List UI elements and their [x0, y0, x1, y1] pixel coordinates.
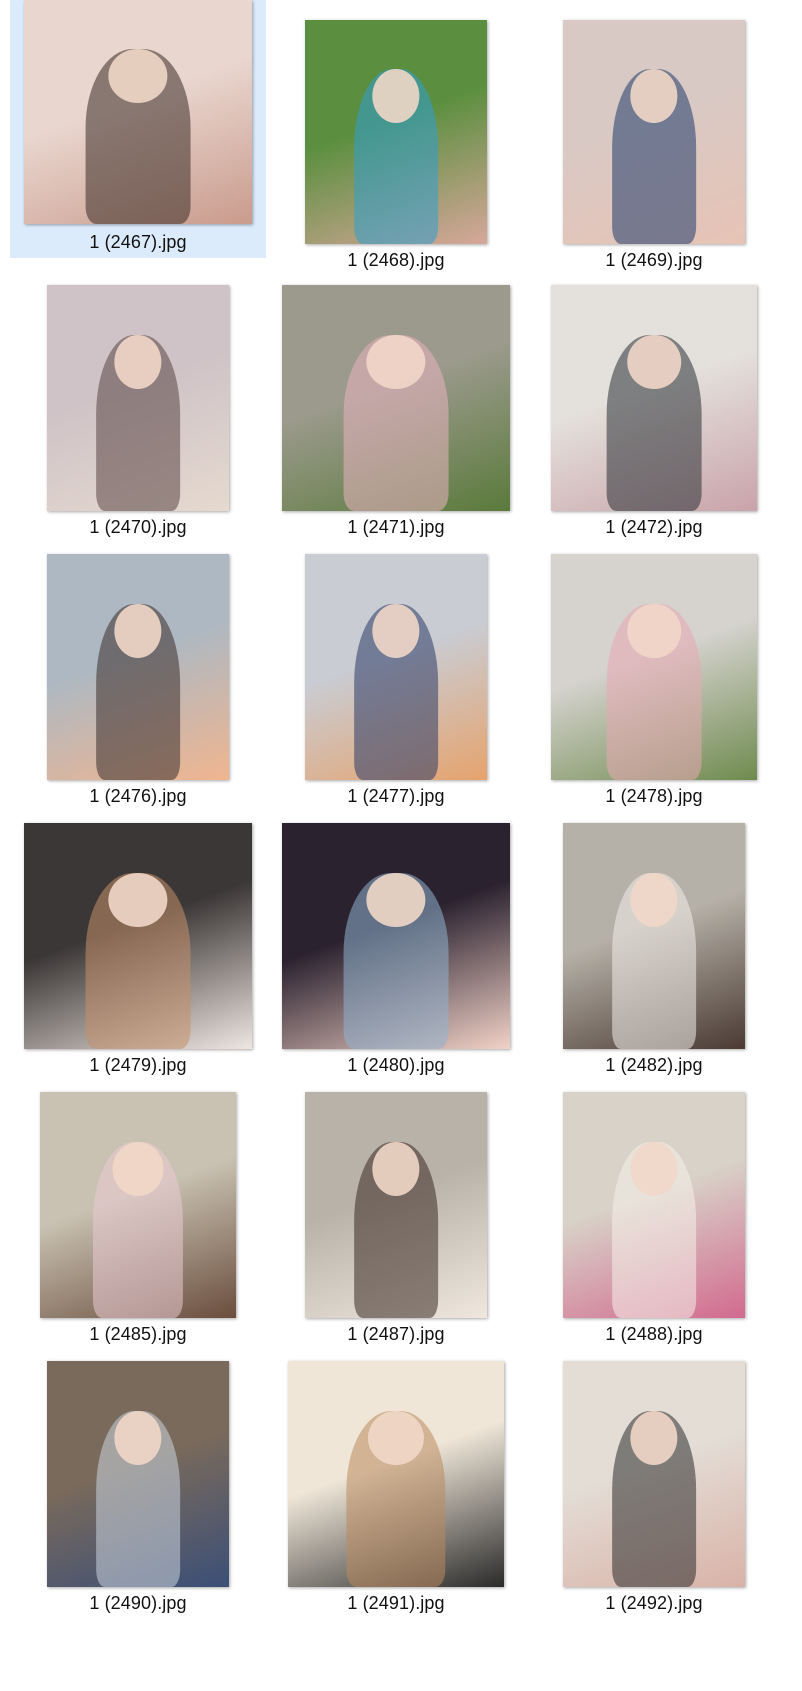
- image-thumbnail[interactable]: [551, 554, 757, 780]
- file-name-label: 1 (2490).jpg: [89, 1593, 187, 1613]
- image-thumbnail[interactable]: [282, 285, 510, 511]
- thumbnail-frame: [526, 1343, 782, 1587]
- file-item[interactable]: 1 (2482).jpg: [526, 805, 782, 1083]
- file-name-label: 1 (2479).jpg: [89, 1055, 187, 1075]
- image-thumbnail[interactable]: [563, 823, 745, 1049]
- thumbnail-frame: [526, 1074, 782, 1318]
- photo-subject-face: [367, 1410, 425, 1465]
- thumbnail-frame: [526, 0, 782, 244]
- file-item[interactable]: 1 (2487).jpg: [268, 1074, 524, 1352]
- image-thumbnail[interactable]: [305, 1092, 487, 1318]
- file-item[interactable]: 1 (2477).jpg: [268, 536, 524, 814]
- image-thumbnail[interactable]: [563, 20, 745, 244]
- file-item[interactable]: 1 (2478).jpg: [526, 536, 782, 814]
- thumbnail-frame: [10, 536, 266, 780]
- file-item[interactable]: 1 (2470).jpg: [10, 267, 266, 545]
- image-thumbnail[interactable]: [563, 1361, 745, 1587]
- thumbnail-frame: [10, 1343, 266, 1587]
- file-name-label: 1 (2488).jpg: [605, 1324, 703, 1344]
- image-thumbnail[interactable]: [282, 823, 510, 1049]
- file-name-label: 1 (2471).jpg: [347, 517, 445, 537]
- file-name-label: 1 (2487).jpg: [347, 1324, 445, 1344]
- file-name-label: 1 (2476).jpg: [89, 786, 187, 806]
- image-thumbnail[interactable]: [47, 1361, 229, 1587]
- thumbnail-frame: [526, 536, 782, 780]
- image-thumbnail[interactable]: [40, 1092, 236, 1318]
- image-thumbnail[interactable]: [305, 554, 487, 780]
- thumbnail-frame: [268, 536, 524, 780]
- thumbnail-frame: [268, 1074, 524, 1318]
- photo-subject-face: [372, 69, 420, 124]
- photo-subject-face: [112, 1141, 164, 1196]
- file-item[interactable]: 1 (2469).jpg: [526, 0, 782, 278]
- thumbnail-frame: [526, 267, 782, 511]
- thumbnail-frame: [10, 1074, 266, 1318]
- image-thumbnail[interactable]: [551, 285, 757, 511]
- file-item[interactable]: 1 (2485).jpg: [10, 1074, 266, 1352]
- photo-subject-face: [627, 603, 681, 658]
- file-name-label: 1 (2491).jpg: [347, 1593, 445, 1613]
- image-thumbnail[interactable]: [24, 0, 252, 224]
- file-item[interactable]: 1 (2492).jpg: [526, 1343, 782, 1621]
- image-thumbnail[interactable]: [563, 1092, 745, 1318]
- file-item[interactable]: 1 (2491).jpg: [268, 1343, 524, 1621]
- file-item[interactable]: 1 (2479).jpg: [10, 805, 266, 1083]
- image-thumbnail[interactable]: [24, 823, 252, 1049]
- file-item[interactable]: 1 (2472).jpg: [526, 267, 782, 545]
- thumbnail-frame: [526, 805, 782, 1049]
- photo-subject-face: [627, 334, 681, 389]
- image-thumbnail[interactable]: [305, 20, 487, 244]
- photo-subject-face: [630, 69, 678, 124]
- file-name-label: 1 (2492).jpg: [605, 1593, 703, 1613]
- file-name-label: 1 (2470).jpg: [89, 517, 187, 537]
- file-item[interactable]: 1 (2471).jpg: [268, 267, 524, 545]
- file-name-label: 1 (2472).jpg: [605, 517, 703, 537]
- file-name-label: 1 (2467).jpg: [89, 232, 187, 252]
- file-name-label: 1 (2485).jpg: [89, 1324, 187, 1344]
- image-thumbnail[interactable]: [47, 554, 229, 780]
- file-item[interactable]: 1 (2468).jpg: [268, 0, 524, 278]
- file-name-label: 1 (2482).jpg: [605, 1055, 703, 1075]
- file-item[interactable]: 1 (2488).jpg: [526, 1074, 782, 1352]
- thumbnail-frame: [10, 0, 266, 224]
- image-thumbnail[interactable]: [288, 1361, 504, 1587]
- thumbnail-frame: [268, 267, 524, 511]
- thumbnail-frame: [268, 0, 524, 244]
- thumbnail-frame: [10, 805, 266, 1049]
- file-item[interactable]: 1 (2480).jpg: [268, 805, 524, 1083]
- file-name-label: 1 (2477).jpg: [347, 786, 445, 806]
- thumbnail-frame: [268, 1343, 524, 1587]
- thumbnail-frame: [10, 267, 266, 511]
- photo-subject-face: [108, 49, 168, 104]
- file-item[interactable]: 1 (2490).jpg: [10, 1343, 266, 1621]
- file-name-label: 1 (2480).jpg: [347, 1055, 445, 1075]
- file-item[interactable]: 1 (2476).jpg: [10, 536, 266, 814]
- file-item[interactable]: 1 (2467).jpg: [10, 0, 266, 258]
- file-name-label: 1 (2478).jpg: [605, 786, 703, 806]
- thumbnail-frame: [268, 805, 524, 1049]
- image-thumbnail[interactable]: [47, 285, 229, 511]
- file-thumbnail-grid: 1 (2467).jpg 1 (2468).jpg 1 (2469).jpg 1 (2…: [0, 0, 802, 1691]
